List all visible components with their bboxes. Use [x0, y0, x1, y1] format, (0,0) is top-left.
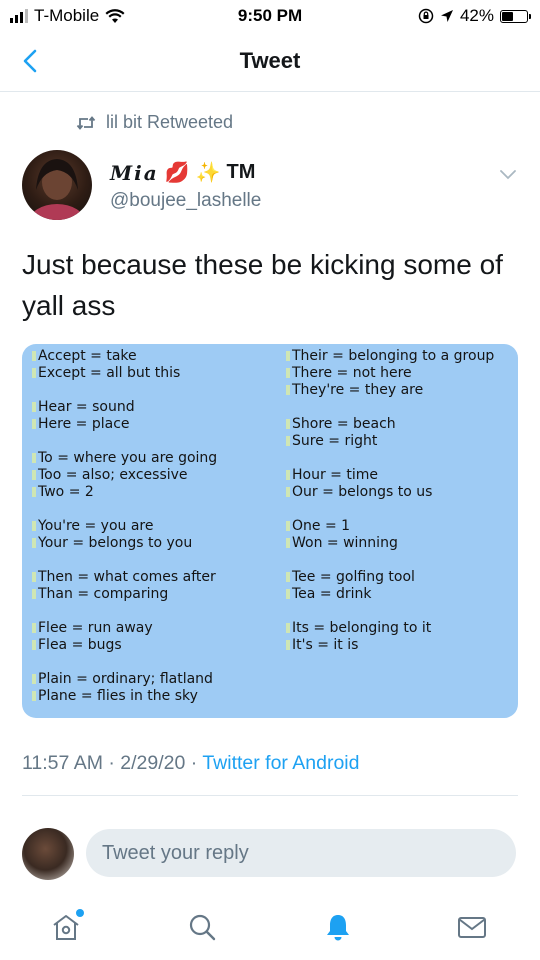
- word-pair-entry: Our = belongs to us: [286, 484, 494, 501]
- status-bar: T-Mobile 9:50 PM 42%: [0, 0, 540, 34]
- word-pair-entry: Hour = time: [286, 467, 494, 484]
- tab-messages[interactable]: [450, 905, 494, 949]
- sparkle-emoji-icon: ✨: [195, 162, 221, 184]
- tweet-meta: 11:57 AM · 2/29/20 · Twitter for Android: [22, 752, 359, 775]
- group-gap: [32, 552, 217, 569]
- lips-emoji-icon: 💋: [164, 162, 190, 184]
- word-pair-entry: Its = belonging to it: [286, 620, 494, 637]
- group-gap: [32, 501, 217, 518]
- word-pair-entry: Than = comparing: [32, 586, 217, 603]
- tweet-timestamp: 11:57 AM · 2/29/20 ·: [22, 752, 203, 774]
- tab-home[interactable]: [44, 905, 88, 949]
- word-pair-entry: Won = winning: [286, 535, 494, 552]
- word-pair-entry: Hear = sound: [32, 399, 217, 416]
- tab-bar: [0, 895, 540, 960]
- word-pair-entry: Here = place: [32, 416, 217, 433]
- group-gap: [32, 433, 217, 450]
- group-gap: [286, 552, 494, 569]
- reply-input[interactable]: [86, 829, 516, 877]
- word-pair-entry: Plane = flies in the sky: [32, 688, 217, 705]
- group-gap: [286, 603, 494, 620]
- display-name-text: Mia: [110, 160, 159, 185]
- group-gap: [32, 603, 217, 620]
- word-pair-entry: Plain = ordinary; flatland: [32, 671, 217, 688]
- group-gap: [286, 501, 494, 518]
- word-pair-entry: Except = all but this: [32, 365, 217, 382]
- word-pair-entry: One = 1: [286, 518, 494, 535]
- tab-search[interactable]: [180, 905, 224, 949]
- word-pair-entry: Tee = golfing tool: [286, 569, 494, 586]
- group-gap: [32, 382, 217, 399]
- word-pair-entry: To = where you are going: [32, 450, 217, 467]
- display-name-suffix: TM: [226, 161, 256, 183]
- stats-row-cutoff: [22, 810, 322, 818]
- orientation-lock-icon: [418, 8, 434, 24]
- page-title: Tweet: [239, 48, 301, 73]
- word-pair-entry: Accept = take: [32, 348, 217, 365]
- image-right-column: Their = belonging to a group There = not …: [286, 348, 494, 654]
- word-pair-entry: They're = they are: [286, 382, 494, 399]
- avatar-image: [29, 159, 85, 220]
- nav-bar: Tweet: [0, 34, 540, 92]
- image-left-column: Accept = take Except = all but this Hear =…: [32, 348, 217, 705]
- search-icon: [189, 914, 216, 941]
- word-pair-entry: Flea = bugs: [32, 637, 217, 654]
- display-name[interactable]: Mia 💋 ✨ TM: [110, 160, 255, 185]
- group-gap: [32, 654, 217, 671]
- bell-icon: [327, 915, 349, 941]
- chevron-down-icon: [500, 170, 516, 180]
- battery-icon: [500, 9, 531, 23]
- word-pair-entry: Then = what comes after: [32, 569, 217, 586]
- word-pair-entry: Shore = beach: [286, 416, 494, 433]
- tweet-source-link[interactable]: Twitter for Android: [202, 752, 359, 774]
- word-pair-entry: Two = 2: [32, 484, 217, 501]
- location-icon: [440, 10, 453, 22]
- retweet-context[interactable]: lil bit Retweeted: [76, 112, 233, 133]
- status-right: 42%: [418, 6, 531, 26]
- word-pair-entry: Too = also; excessive: [32, 467, 217, 484]
- tweet-image[interactable]: Accept = take Except = all but this Hear =…: [22, 344, 518, 718]
- group-gap: [286, 450, 494, 467]
- mail-icon: [458, 917, 486, 938]
- retweet-label: lil bit Retweeted: [106, 112, 234, 132]
- word-pair-entry: Flee = run away: [32, 620, 217, 637]
- group-gap: [286, 399, 494, 416]
- word-pair-entry: It's = it is: [286, 637, 494, 654]
- word-pair-entry: You're = you are: [32, 518, 217, 535]
- avatar[interactable]: [22, 150, 92, 220]
- word-pair-entry: Sure = right: [286, 433, 494, 450]
- tab-notifications[interactable]: [316, 905, 360, 949]
- word-pair-entry: There = not here: [286, 365, 494, 382]
- word-pair-entry: Tea = drink: [286, 586, 494, 603]
- tweet-text: Just because these be kicking some of ya…: [22, 249, 503, 321]
- word-pair-entry: Your = belongs to you: [32, 535, 217, 552]
- word-pair-entry: Their = belonging to a group: [286, 348, 494, 365]
- user-handle[interactable]: @boujee_lashelle: [110, 190, 261, 212]
- more-options-button[interactable]: [496, 162, 520, 186]
- reply-avatar[interactable]: [22, 828, 74, 880]
- divider: [22, 795, 518, 796]
- battery-fill: [502, 11, 513, 21]
- home-notification-dot: [76, 909, 84, 917]
- retweet-icon: [76, 115, 96, 130]
- battery-percent: 42%: [459, 6, 494, 25]
